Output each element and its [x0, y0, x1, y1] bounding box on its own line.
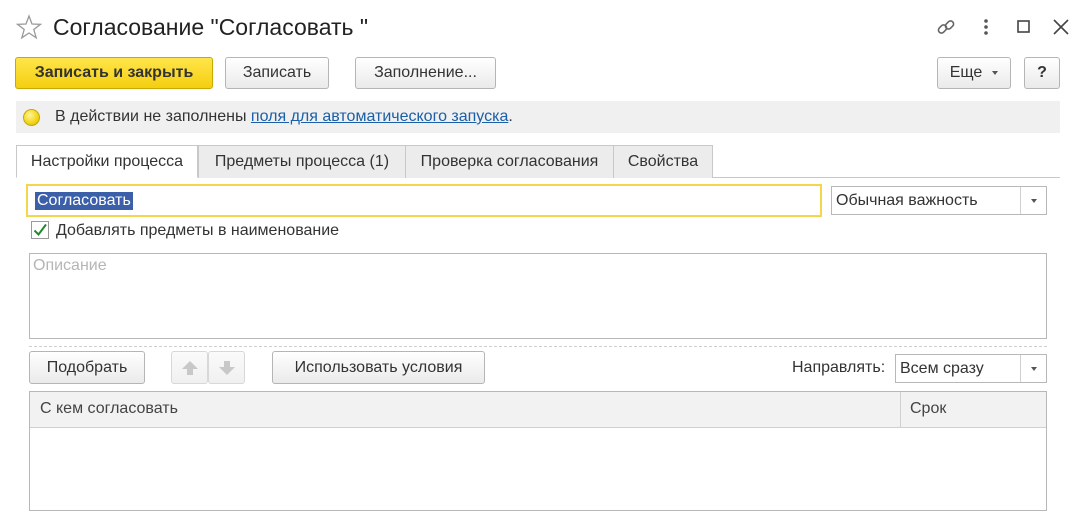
help-button[interactable]: ? [1024, 57, 1060, 89]
column-header-deadline[interactable]: Срок [910, 400, 946, 418]
send-mode-value: Всем сразу [900, 360, 984, 377]
send-label: Направлять: [792, 359, 886, 376]
use-conditions-button[interactable]: Использовать условия [272, 351, 485, 384]
info-message: В действии не заполнены поля для автомат… [55, 108, 513, 126]
warning-dot-icon [23, 109, 40, 126]
favorite-star-icon[interactable] [15, 14, 43, 40]
autostart-fields-link[interactable]: поля для автоматического запуска [251, 108, 508, 125]
add-subjects-label: Добавлять предметы в наименование [56, 222, 340, 239]
close-icon[interactable] [1050, 16, 1072, 38]
send-mode-select[interactable]: Всем сразу [895, 354, 1047, 383]
approvers-table[interactable]: С кем согласовать Срок [29, 391, 1047, 511]
name-input-value: Согласовать [35, 192, 133, 210]
link-icon[interactable] [935, 16, 957, 38]
checkmark-icon [33, 223, 47, 237]
fill-button[interactable]: Заполнение... [355, 57, 496, 89]
tab-process-settings[interactable]: Настройки процесса [16, 145, 198, 178]
maximize-icon[interactable] [1013, 16, 1035, 38]
move-up-button[interactable] [171, 351, 208, 384]
tab-properties[interactable]: Свойства [613, 145, 713, 178]
save-and-close-button[interactable]: Записать и закрыть [15, 57, 213, 89]
arrow-down-icon [218, 360, 235, 375]
importance-value: Обычная важность [836, 192, 978, 209]
table-header: С кем согласовать Срок [30, 392, 1046, 428]
chevron-down-icon[interactable] [1020, 355, 1046, 382]
tab-process-subjects[interactable]: Предметы процесса (1) [198, 145, 406, 178]
column-header-approver[interactable]: С кем согласовать [40, 400, 178, 418]
pick-button[interactable]: Подобрать [29, 351, 145, 384]
info-text-end: . [508, 108, 513, 125]
importance-select[interactable]: Обычная важность [831, 186, 1047, 215]
description-field[interactable]: Описание [29, 253, 1047, 339]
tab-approval-check[interactable]: Проверка согласования [405, 145, 614, 178]
info-text: В действии не заполнены [55, 108, 251, 125]
save-button[interactable]: Записать [225, 57, 329, 89]
description-placeholder: Описание [33, 257, 107, 274]
section-divider [29, 346, 1047, 347]
add-subjects-checkbox[interactable] [31, 221, 49, 239]
chevron-down-icon[interactable] [1020, 187, 1046, 214]
column-divider [900, 392, 901, 428]
more-vertical-icon[interactable] [975, 16, 997, 38]
more-button-label: Еще [949, 64, 983, 81]
more-button[interactable]: Еще [937, 57, 1011, 89]
arrow-up-icon [181, 360, 198, 375]
chevron-down-icon [992, 71, 999, 75]
name-input[interactable]: Согласовать [26, 184, 822, 217]
window-title: Согласование "Согласовать " [53, 14, 369, 40]
move-down-button[interactable] [208, 351, 245, 384]
